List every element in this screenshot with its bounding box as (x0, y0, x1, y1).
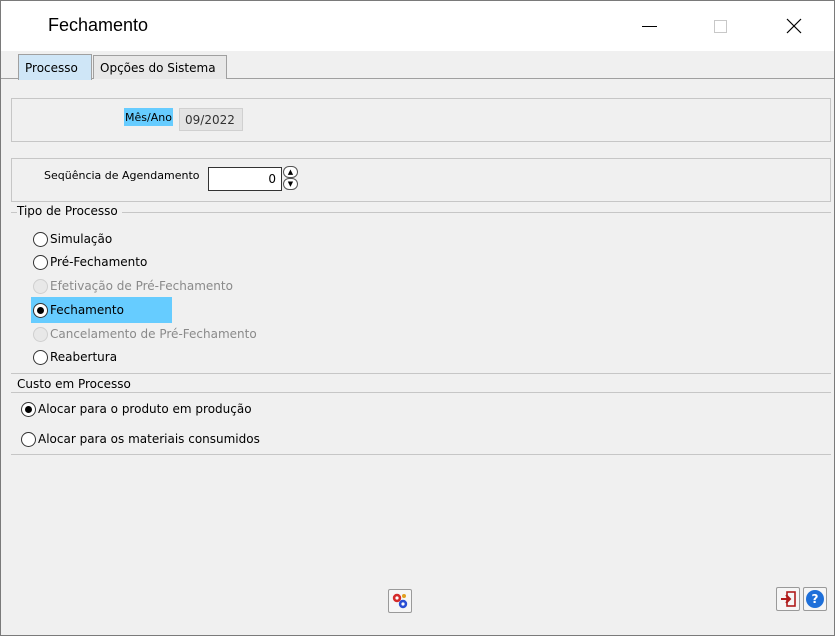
close-button[interactable] (771, 1, 817, 51)
tipo-processo-legend: Tipo de Processo (17, 204, 122, 218)
custo-processo-group: Custo em Processo Alocar para o produto … (11, 377, 831, 455)
radio-label: Reabertura (50, 350, 118, 364)
sequencia-input[interactable] (208, 167, 282, 191)
sequencia-panel: Seqüência de Agendamento ▲ ▼ (11, 158, 831, 202)
gears-icon (392, 593, 408, 609)
radio-cancelamento-pre-fechamento: Cancelamento de Pré-Fechamento (33, 323, 257, 345)
chevron-down-icon: ▼ (287, 179, 294, 188)
radio-label: Efetivação de Pré-Fechamento (50, 279, 233, 293)
help-button[interactable]: ? (803, 587, 827, 611)
spin-up-button[interactable]: ▲ (283, 166, 298, 178)
exit-icon (781, 591, 796, 607)
radio-efetivacao-pre-fechamento: Efetivação de Pré-Fechamento (33, 275, 233, 297)
radio-alocar-materiais[interactable]: Alocar para os materiais consumidos (21, 428, 260, 450)
radio-simulacao[interactable]: Simulação (33, 228, 112, 250)
tab-opcoes-do-sistema[interactable]: Opções do Sistema (93, 55, 227, 79)
radio-label: Alocar para o produto em produção (38, 402, 252, 416)
tab-strip: Processo Opções do Sistema (1, 51, 834, 80)
radio-reabertura[interactable]: Reabertura (33, 346, 117, 368)
process-button[interactable] (388, 589, 412, 613)
radio-pre-fechamento[interactable]: Pré-Fechamento (33, 251, 147, 273)
radio-label: Alocar para os materiais consumidos (38, 432, 260, 446)
mes-ano-field[interactable]: 09/2022 (179, 108, 243, 131)
radio-label: Simulação (50, 232, 113, 246)
tab-processo[interactable]: Processo (18, 54, 92, 80)
radio-icon (33, 231, 48, 247)
maximize-button[interactable] (697, 1, 743, 51)
chevron-up-icon: ▲ (287, 167, 294, 176)
mes-ano-label: Mês/Ano (124, 108, 173, 126)
close-icon (786, 18, 802, 34)
mes-ano-panel: Mês/Ano 09/2022 (11, 98, 831, 142)
radio-icon (33, 349, 48, 365)
radio-fechamento[interactable]: Fechamento (31, 297, 172, 323)
title-bar[interactable]: Fechamento (1, 1, 834, 51)
radio-icon (21, 401, 36, 417)
radio-alocar-produto[interactable]: Alocar para o produto em produção (21, 398, 252, 420)
maximize-icon (713, 19, 727, 33)
radio-icon (33, 278, 48, 294)
help-icon: ? (806, 590, 824, 608)
custo-processo-legend: Custo em Processo (17, 377, 135, 391)
radio-label: Cancelamento de Pré-Fechamento (50, 327, 257, 341)
radio-icon (33, 302, 48, 318)
window-title: Fechamento (48, 15, 149, 35)
radio-checked-icon (37, 306, 44, 314)
radio-icon (21, 431, 36, 447)
radio-label: Fechamento (50, 303, 124, 317)
sequencia-label: Seqüência de Agendamento (44, 169, 200, 182)
spin-down-button[interactable]: ▼ (283, 178, 298, 190)
radio-icon (33, 326, 48, 342)
minimize-icon (641, 25, 657, 27)
radio-checked-icon (25, 405, 32, 413)
radio-icon (33, 254, 48, 270)
exit-button[interactable] (776, 587, 800, 611)
minimize-button[interactable] (626, 1, 672, 51)
radio-label: Pré-Fechamento (50, 255, 148, 269)
fechamento-window: Fechamento Processo Opções do Sistema Mê… (0, 0, 835, 636)
tipo-processo-group: Tipo de Processo Simulação Pré-Fechament… (11, 204, 831, 374)
